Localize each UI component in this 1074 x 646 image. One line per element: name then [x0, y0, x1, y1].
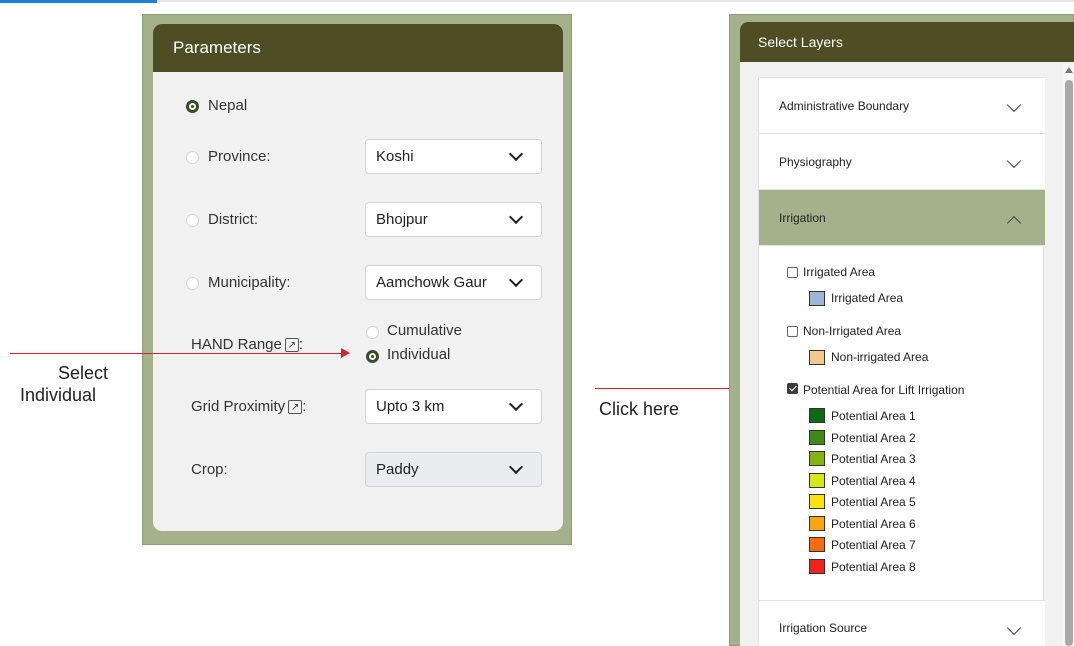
municipality-select[interactable]: Aamchowk Gaur [365, 265, 542, 300]
province-row: Province: Koshi [153, 139, 563, 175]
chevron-down-icon [508, 396, 524, 412]
external-link-icon[interactable]: ↗ [284, 338, 299, 353]
chevron-down-icon [508, 146, 524, 162]
irrigated-area-swatch [809, 291, 825, 306]
municipality-row: Municipality: Aamchowk Gaur [153, 265, 563, 301]
non-irrigated-area-legend: Non-irrigated Area [831, 350, 929, 364]
non-irrigated-area-checkbox[interactable] [787, 326, 798, 337]
crop-row: Crop: Paddy [153, 452, 563, 488]
potential-area-swatch [809, 408, 825, 423]
potential-area-legend-label: Potential Area 1 [831, 409, 916, 423]
chevron-down-icon [1006, 620, 1022, 636]
potential-area-label: Potential Area for Lift Irrigation [803, 383, 965, 397]
layers-header: Select Layers [740, 22, 1074, 62]
select-annotation: Select [58, 363, 109, 383]
grid-proximity-select[interactable]: Upto 3 km [365, 389, 542, 424]
hand-range-label: HAND Range ↗: [191, 336, 304, 353]
province-select[interactable]: Koshi [365, 139, 542, 174]
province-radio[interactable] [186, 151, 199, 164]
potential-area-swatch [809, 451, 825, 466]
chevron-down-icon [508, 272, 524, 288]
hand-range-row: HAND Range ↗: Cumulative Individual [153, 322, 563, 370]
accordion-physiography[interactable]: Physiography [759, 134, 1045, 190]
accordion-irrigation[interactable]: Irrigation [759, 190, 1045, 246]
irrigated-area-checkbox[interactable] [787, 267, 798, 278]
potential-area-legend-label: Potential Area 5 [831, 495, 916, 509]
cumulative-radio[interactable] [366, 326, 379, 339]
accordion-irrigation-source[interactable]: Irrigation Source [759, 600, 1045, 646]
nepal-row[interactable]: Nepal [153, 88, 563, 124]
potential-area-swatch [809, 429, 825, 445]
chevron-down-icon [1006, 97, 1022, 113]
parameters-panel: Parameters Nepal Province: Koshi Distric… [153, 24, 563, 531]
chevron-up-icon [1006, 215, 1022, 231]
top-border [0, 0, 1074, 2]
district-row: District: Bhojpur [153, 202, 563, 238]
top-accent-bar [0, 0, 157, 3]
cumulative-label: Cumulative [387, 322, 463, 339]
district-value: Bhojpur [376, 211, 428, 228]
click-here-annotation: Click here [599, 399, 680, 419]
layers-panel: Select Layers Administrative Boundary Ph… [740, 22, 1074, 646]
crop-label: Crop: [191, 461, 228, 478]
select-individual-arrow [10, 353, 342, 354]
non-irrigated-area-swatch [809, 350, 825, 365]
potential-area-legend-label: Potential Area 3 [831, 452, 916, 466]
municipality-radio[interactable] [186, 277, 199, 290]
accordion-administrative-boundary[interactable]: Administrative Boundary [759, 78, 1045, 134]
individual-label: Individual [387, 346, 451, 363]
individual-annotation: Individual [20, 385, 97, 405]
potential-area-checkbox[interactable] [787, 383, 798, 394]
potential-area-swatch [809, 515, 825, 531]
potential-area-swatch [809, 537, 825, 552]
grid-proximity-label: Grid Proximity ↗: [191, 398, 307, 415]
potential-area-legend-label: Potential Area 6 [831, 516, 916, 531]
crop-select[interactable]: Paddy [365, 452, 542, 487]
non-irrigated-area-label: Non-Irrigated Area [803, 324, 902, 338]
chevron-down-icon [1006, 153, 1022, 169]
province-value: Koshi [376, 148, 414, 165]
municipality-value: Aamchowk Gaur [376, 274, 487, 291]
scroll-up-icon[interactable] [1065, 67, 1073, 73]
layers-scrollbar-thumb[interactable] [1065, 80, 1073, 646]
nepal-label: Nepal [208, 97, 248, 114]
municipality-label: Municipality: [208, 274, 291, 291]
irrigated-area-label: Irrigated Area [803, 265, 876, 279]
external-link-icon[interactable]: ↗ [288, 400, 303, 415]
chevron-down-icon [508, 209, 524, 225]
potential-area-legend-label: Potential Area 2 [831, 430, 916, 445]
arrow-head-icon [341, 348, 350, 358]
grid-proximity-value: Upto 3 km [376, 398, 445, 415]
province-label: Province: [208, 148, 271, 165]
layers-accordion: Administrative Boundary Physiography Irr… [758, 77, 1045, 646]
potential-area-legend-label: Potential Area 4 [831, 473, 916, 488]
district-label: District: [208, 211, 258, 228]
individual-radio[interactable] [366, 350, 379, 363]
potential-area-swatch [809, 494, 825, 509]
potential-area-legend-label: Potential Area 8 [831, 559, 916, 574]
irrigated-area-legend: Irrigated Area [831, 291, 904, 305]
district-select[interactable]: Bhojpur [365, 202, 542, 237]
district-radio[interactable] [186, 214, 199, 227]
potential-area-legend-label: Potential Area 7 [831, 538, 916, 552]
parameters-header: Parameters [153, 24, 563, 72]
crop-value: Paddy [376, 461, 419, 478]
chevron-down-icon [508, 459, 524, 475]
grid-proximity-row: Grid Proximity ↗: Upto 3 km [153, 389, 563, 425]
nepal-radio[interactable] [186, 100, 199, 113]
potential-area-swatch [809, 558, 825, 574]
potential-area-swatch [809, 472, 825, 488]
